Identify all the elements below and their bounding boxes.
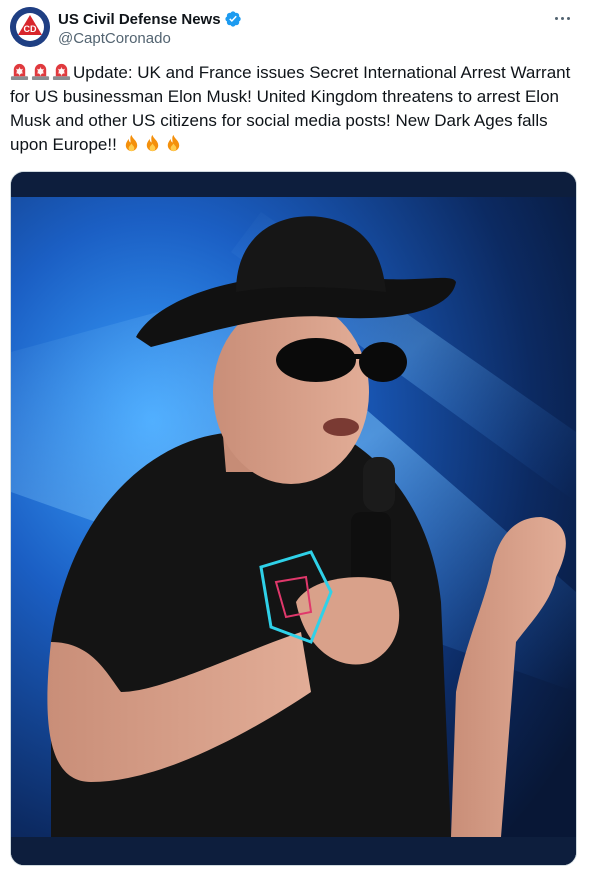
rotating-light-icon — [52, 63, 71, 81]
display-name[interactable]: US Civil Defense News — [58, 11, 221, 28]
rotating-light-icon — [10, 63, 29, 81]
author-handle[interactable]: @CaptCoronado — [58, 29, 242, 49]
more-options-icon[interactable] — [550, 6, 574, 30]
tweet-text: Update: UK and France issues Secret Inte… — [10, 61, 580, 157]
display-name-row: US Civil Defense News — [58, 9, 242, 29]
civil-defense-logo-icon: CD — [10, 7, 50, 47]
fire-icon — [125, 134, 137, 152]
author-avatar[interactable]: CD — [10, 7, 50, 47]
fire-icon — [167, 134, 179, 152]
tweet-body-text: Update: UK and France issues Secret Inte… — [10, 63, 571, 154]
author-info: US Civil Defense News @CaptCoronado — [58, 9, 242, 49]
photo-image — [11, 172, 576, 865]
rotating-light-icon — [31, 63, 50, 81]
svg-text:CD: CD — [24, 24, 37, 34]
fire-icon — [146, 134, 158, 152]
tweet-photo[interactable] — [10, 171, 577, 866]
verified-badge-icon[interactable] — [224, 10, 242, 28]
tweet-card[interactable]: CD US Civil Defense News @CaptCoronado U… — [0, 0, 592, 872]
